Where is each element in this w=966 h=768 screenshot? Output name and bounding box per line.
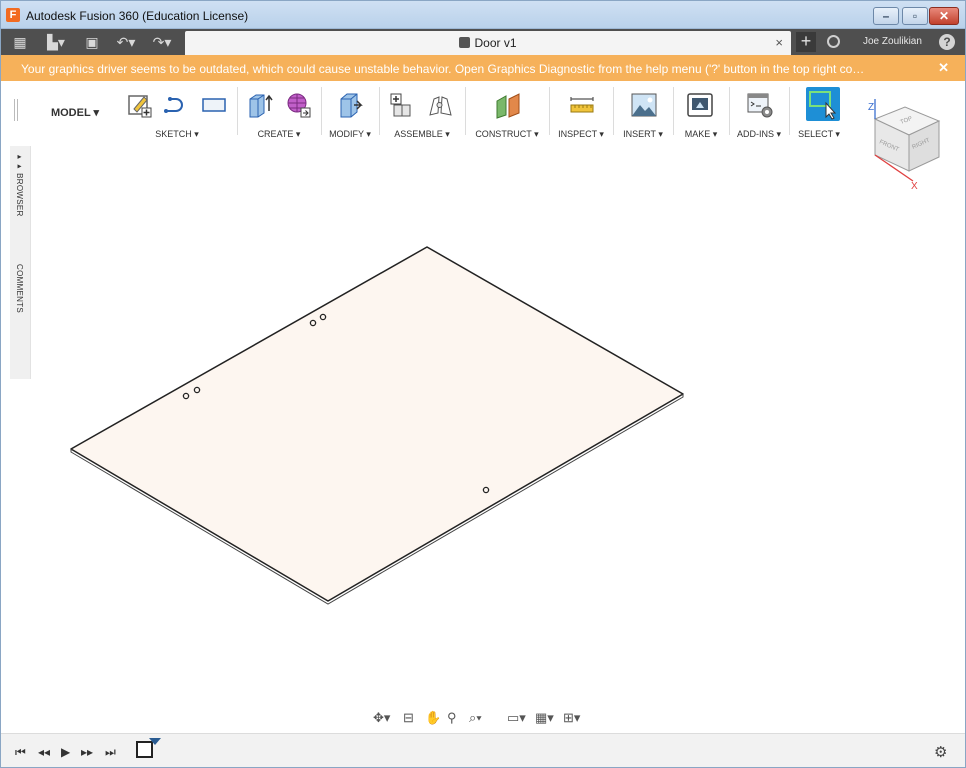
- ribbon-toolbar: MODEL ▾ SKETCH ▾ CREATE ▾ MODIFY ▾ ASSEM…: [1, 81, 965, 143]
- viewports-icon[interactable]: ⊞▾: [563, 709, 580, 727]
- x-axis-label: X: [911, 181, 918, 192]
- timeline: ⏮ ◂◂ ▶ ▸▸ ⏭ ⚙: [1, 733, 965, 767]
- press-pull-icon[interactable]: [336, 91, 364, 119]
- insert-menu[interactable]: INSERT ▾: [614, 129, 672, 140]
- new-component-icon[interactable]: [388, 91, 416, 119]
- workspace-switcher[interactable]: MODEL ▾: [35, 101, 115, 125]
- job-status-icon[interactable]: [827, 35, 840, 48]
- user-account[interactable]: Joe Zoulikian: [863, 36, 922, 47]
- sketch-group: SKETCH ▾: [118, 81, 238, 143]
- select-group: SELECT ▾: [790, 81, 850, 143]
- add-ins-group: ADD-INS ▾: [730, 81, 790, 143]
- look-at-icon[interactable]: ⊟: [403, 709, 414, 727]
- timeline-settings-gear-icon[interactable]: ⚙: [934, 743, 947, 761]
- construct-group: CONSTRUCT ▾: [466, 81, 550, 143]
- inspect-menu[interactable]: INSPECT ▾: [550, 129, 612, 140]
- assemble-group: ASSEMBLE ▾: [380, 81, 466, 143]
- file-menu-icon[interactable]: ▙▾: [41, 32, 71, 52]
- zoom-icon[interactable]: ⚲: [447, 709, 457, 727]
- grid-settings-icon[interactable]: ▦▾: [535, 709, 554, 727]
- minimize-button[interactable]: –: [873, 7, 899, 25]
- select-menu[interactable]: SELECT ▾: [790, 129, 848, 140]
- model-canvas[interactable]: [1, 143, 965, 733]
- new-tab-button[interactable]: +: [796, 32, 816, 52]
- toolbar-grip[interactable]: [14, 99, 18, 121]
- restore-button[interactable]: ▫: [902, 7, 928, 25]
- view-cube[interactable]: TOP FRONT RIGHT Z X: [861, 99, 951, 196]
- create-menu[interactable]: CREATE ▾: [238, 129, 320, 140]
- close-window-button[interactable]: ✕: [929, 7, 959, 25]
- redo-icon[interactable]: ↷▾: [146, 32, 178, 52]
- extrude-icon[interactable]: [246, 91, 274, 119]
- door-body[interactable]: [70, 246, 684, 602]
- dismiss-warning-icon[interactable]: ✕: [938, 60, 949, 76]
- add-ins-menu[interactable]: ADD-INS ▾: [730, 129, 788, 140]
- select-tool-icon[interactable]: [806, 87, 840, 121]
- joint-icon[interactable]: [426, 91, 454, 119]
- data-panel-grid-icon[interactable]: ▦: [9, 32, 31, 52]
- construct-menu[interactable]: CONSTRUCT ▾: [466, 129, 548, 140]
- close-icon: ✕: [938, 9, 950, 23]
- 3d-print-icon[interactable]: [686, 91, 714, 119]
- graphics-warning-banner: Your graphics driver seems to be outdate…: [1, 55, 965, 81]
- go-to-start-icon[interactable]: ⏮: [15, 745, 26, 760]
- zoom-window-icon[interactable]: ⌕▾: [469, 709, 482, 727]
- offset-plane-icon[interactable]: [494, 91, 522, 119]
- step-forward-icon[interactable]: ▸▸: [81, 745, 93, 759]
- create-sketch-icon[interactable]: [126, 91, 154, 119]
- pan-icon[interactable]: ✋: [425, 709, 441, 727]
- scripts-add-ins-icon[interactable]: [746, 91, 774, 119]
- title-bar: F Autodesk Fusion 360 (Education License…: [1, 1, 965, 29]
- warning-text: Your graphics driver seems to be outdate…: [21, 62, 865, 76]
- component-icon: [459, 37, 471, 48]
- orbit-icon[interactable]: ✥▾: [373, 709, 390, 727]
- inspect-group: INSPECT ▾: [550, 81, 614, 143]
- modify-group: MODIFY ▾: [322, 81, 380, 143]
- save-icon[interactable]: ▣: [81, 32, 103, 52]
- create-form-icon[interactable]: [284, 91, 312, 119]
- modify-menu[interactable]: MODIFY ▾: [322, 129, 378, 140]
- z-axis-label: Z: [868, 102, 874, 113]
- help-icon[interactable]: ?: [939, 34, 955, 50]
- sketch-menu[interactable]: SKETCH ▾: [118, 129, 236, 140]
- make-group: MAKE ▾: [674, 81, 730, 143]
- timeline-marker[interactable]: [149, 738, 161, 745]
- window-title: Autodesk Fusion 360 (Education License): [26, 9, 249, 23]
- canvas-viewport[interactable]: [1, 143, 965, 733]
- make-menu[interactable]: MAKE ▾: [674, 129, 728, 140]
- line-tool-icon[interactable]: [162, 91, 190, 119]
- display-settings-icon[interactable]: ▭▾: [507, 709, 526, 727]
- go-to-end-icon[interactable]: ⏭: [105, 745, 116, 760]
- assemble-menu[interactable]: ASSEMBLE ▾: [380, 129, 464, 140]
- create-group: CREATE ▾: [238, 81, 322, 143]
- measure-icon[interactable]: [568, 91, 596, 119]
- play-icon[interactable]: ▶: [61, 745, 70, 759]
- insert-image-icon[interactable]: [630, 91, 658, 119]
- tab-bar: ▦ ▙▾ ▣ ↶▾ ↷▾ Door v1 × + Joe Zoulikian ?: [1, 29, 965, 55]
- close-tab-icon[interactable]: ×: [775, 35, 783, 50]
- navigation-bar: ✥▾ ⊟ ✋ ⚲ ⌕▾ ▭▾ ▦▾ ⊞▾: [369, 706, 597, 730]
- restore-icon: ▫: [912, 9, 918, 23]
- step-back-icon[interactable]: ◂◂: [38, 745, 50, 759]
- minimize-icon: –: [882, 9, 890, 23]
- document-tab-label: Door v1: [474, 36, 517, 50]
- undo-icon[interactable]: ↶▾: [111, 32, 141, 52]
- insert-group: INSERT ▾: [614, 81, 674, 143]
- rectangle-tool-icon[interactable]: [200, 91, 228, 119]
- fusion-logo-icon: F: [6, 8, 20, 22]
- fusion-window: F Autodesk Fusion 360 (Education License…: [0, 0, 966, 768]
- document-tab[interactable]: Door v1 ×: [185, 31, 791, 55]
